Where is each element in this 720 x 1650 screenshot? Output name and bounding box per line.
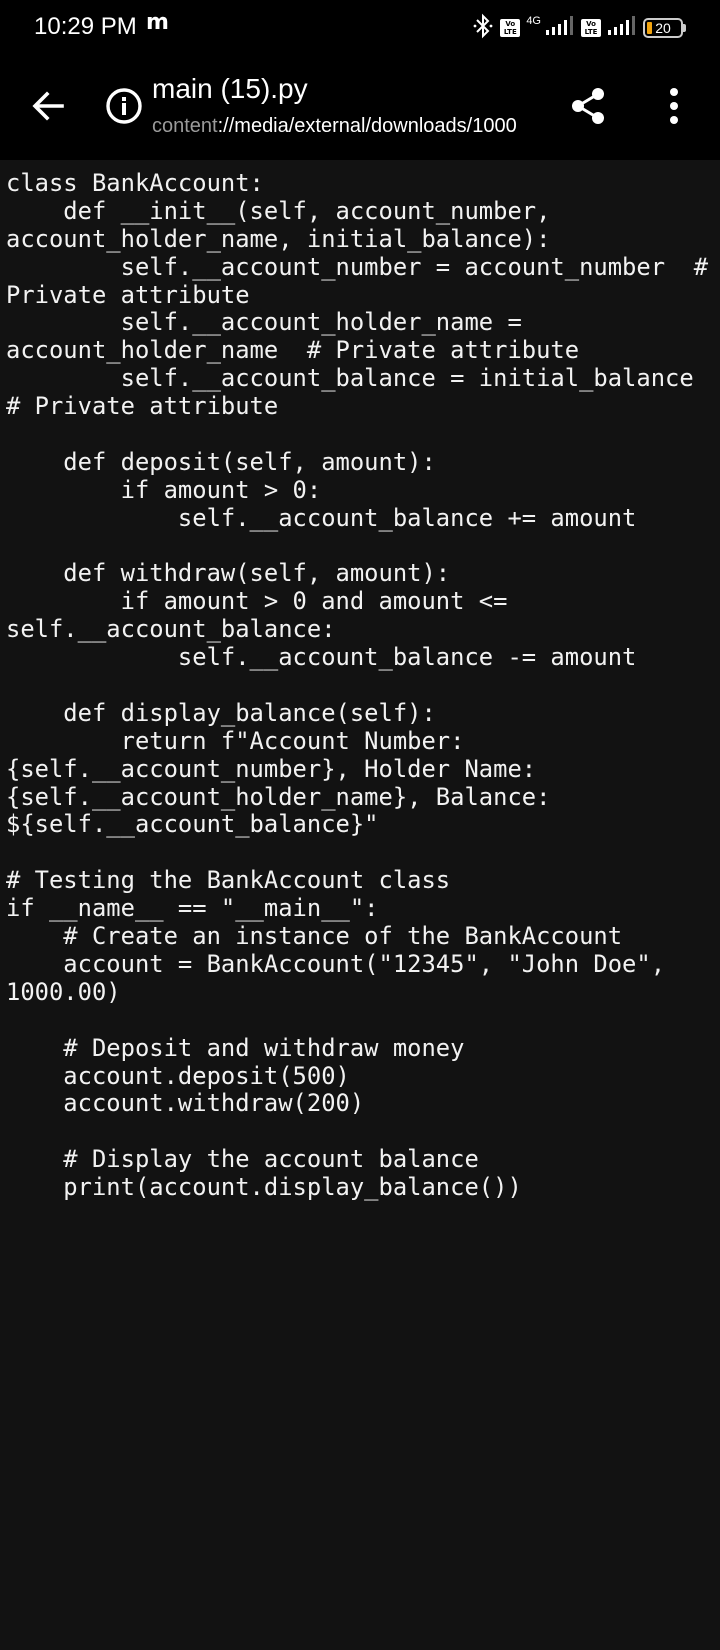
battery-fill <box>647 22 652 34</box>
code-line: {self.__account_number}, Holder Name: <box>6 754 537 783</box>
code-line: Private attribute <box>6 280 250 309</box>
uri-path: ://media/external/downloads/1000 <box>217 115 517 137</box>
code-line: ${self.__account_balance}" <box>6 810 379 839</box>
code-line: def deposit(self, amount): <box>6 447 436 476</box>
code-line: 1000.00) <box>6 977 121 1006</box>
share-button[interactable] <box>562 82 614 134</box>
code-line: if amount > 0: <box>6 475 322 504</box>
code-line: return f"Account Number: <box>6 726 465 755</box>
code-line: # Testing the BankAccount class <box>6 866 451 895</box>
file-title: main (15).py <box>152 73 308 104</box>
battery-body: 20 <box>643 18 683 38</box>
code-line: def withdraw(self, amount): <box>6 559 451 588</box>
code-line: class BankAccount: <box>6 170 264 197</box>
code-viewer[interactable]: class BankAccount: def __init__(self, ac… <box>6 170 716 1202</box>
status-bar: 10:29 PM m Vo LTE 4G Vo LTE 20 <box>0 0 720 56</box>
code-line: self.__account_balance: <box>6 615 336 644</box>
uri-scheme: content <box>152 115 218 137</box>
title-block: main (15).py content://media/external/do… <box>152 72 524 140</box>
code-line: account_holder_name, initial_balance): <box>6 224 551 253</box>
signal-icon <box>607 15 637 41</box>
code-line: def display_balance(self): <box>6 698 436 727</box>
code-line: account.withdraw(200) <box>6 1089 365 1118</box>
app-bar: main (15).py content://media/external/do… <box>0 56 720 160</box>
code-line: # Create an instance of the BankAccount <box>6 922 623 951</box>
code-line: self.__account_holder_name = <box>6 308 522 337</box>
info-icon <box>105 87 143 129</box>
back-button[interactable] <box>22 82 74 134</box>
code-line: # Deposit and withdraw money <box>6 1033 465 1062</box>
code-line: self.__account_balance -= amount <box>6 643 637 672</box>
code-line: # Private attribute <box>6 392 279 421</box>
code-line: self.__account_number = account_number # <box>6 252 709 281</box>
more-options-button[interactable] <box>650 82 698 134</box>
signal-icon <box>545 15 575 41</box>
code-line: if amount > 0 and amount <= <box>6 587 508 616</box>
code-line: {self.__account_holder_name}, Balance: <box>6 782 551 811</box>
status-icons: Vo LTE 4G Vo LTE 20 <box>472 12 686 44</box>
share-icon <box>568 86 608 130</box>
code-line: self.__account_balance += amount <box>6 503 637 532</box>
code-line: account_holder_name # Private attribute <box>6 336 580 365</box>
bluetooth-icon <box>472 13 494 43</box>
volte-icon: Vo LTE <box>581 19 601 37</box>
code-line: def __init__(self, account_number, <box>6 196 551 225</box>
battery-level: 20 <box>655 20 671 36</box>
code-line: # Display the account balance <box>6 1145 479 1174</box>
battery-icon: 20 <box>643 18 686 38</box>
code-line: print(account.display_balance()) <box>6 1173 522 1202</box>
volte-icon: Vo LTE <box>500 19 521 37</box>
back-arrow-icon <box>30 88 66 128</box>
file-uri: content://media/external/downloads/1000 <box>152 112 524 140</box>
code-line: account.deposit(500) <box>6 1061 350 1090</box>
carrier-icon: m <box>146 10 169 35</box>
battery-tip <box>683 24 686 32</box>
status-time: 10:29 PM <box>34 13 137 40</box>
code-line: self.__account_balance = initial_balance <box>6 364 694 393</box>
code-line: account = BankAccount("12345", "John Doe… <box>6 949 666 978</box>
code-line: if __name__ == "__main__": <box>6 894 379 923</box>
more-vert-icon <box>668 86 680 130</box>
network-type-label: 4G <box>526 15 541 27</box>
info-button[interactable] <box>102 86 146 130</box>
